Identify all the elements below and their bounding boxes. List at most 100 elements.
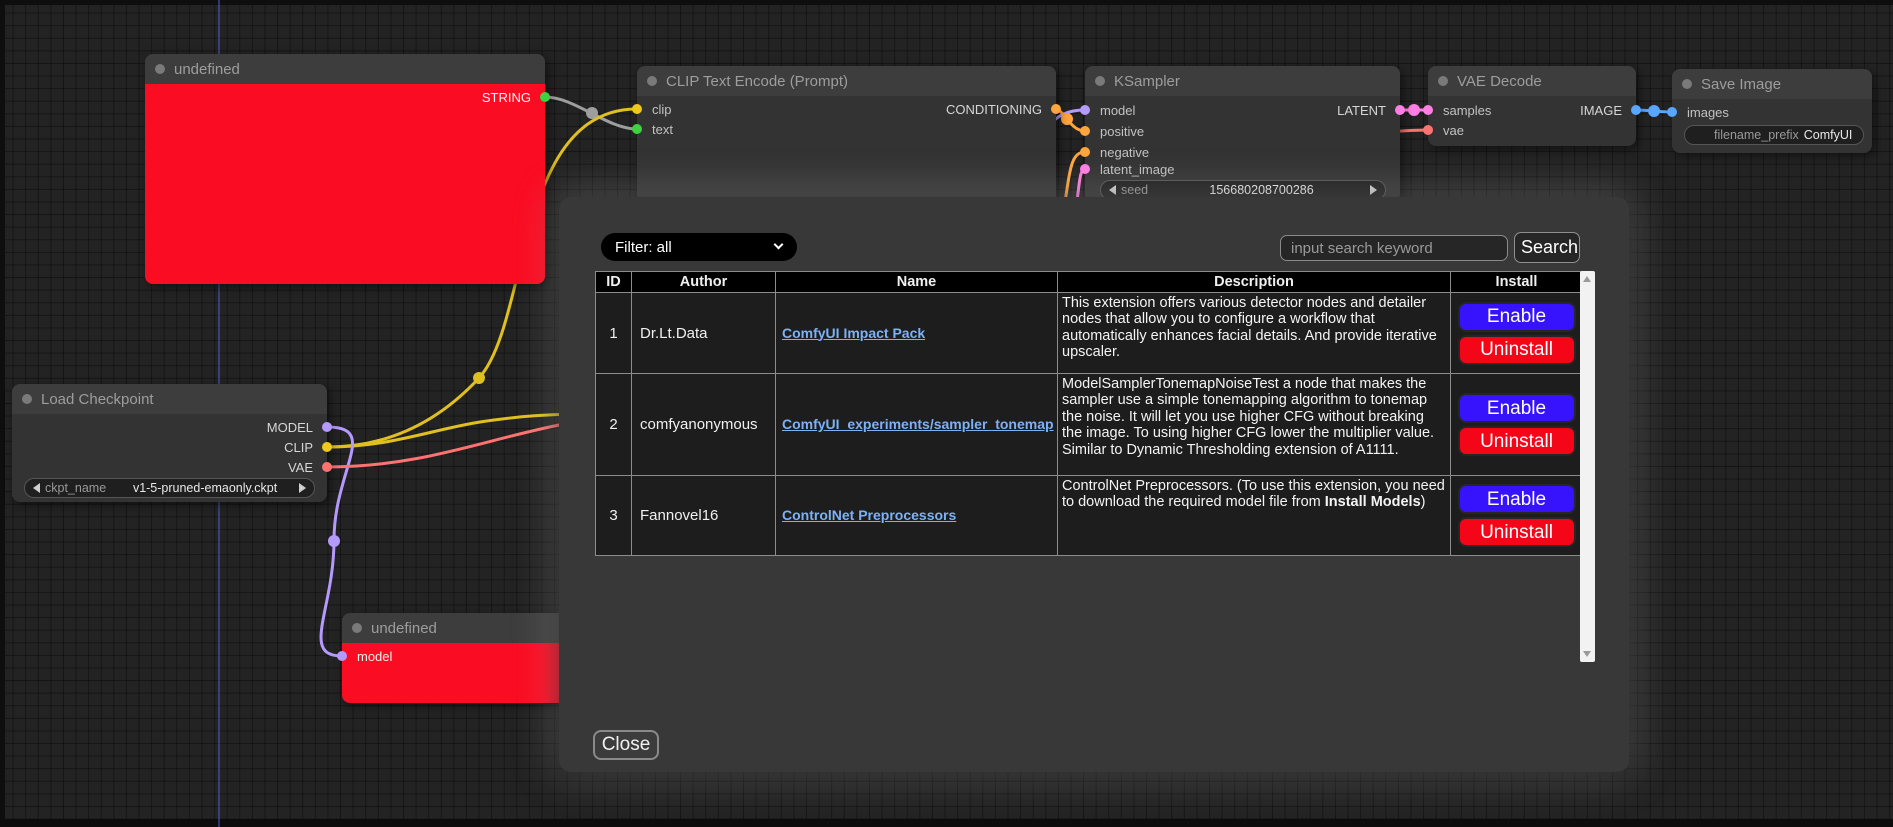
node-collapse-dot-icon[interactable] [155, 64, 165, 74]
increment-arrow-icon[interactable] [299, 483, 306, 493]
node-load-checkpoint[interactable]: Load Checkpoint MODEL CLIP VAE ckpt_name… [12, 384, 327, 502]
input-label-latent-image: latent_image [1100, 162, 1174, 177]
node-title: VAE Decode [1457, 73, 1542, 90]
output-label-string: STRING [482, 90, 531, 105]
node-title-bar[interactable]: undefined [145, 54, 545, 84]
node-title-bar[interactable]: VAE Decode [1428, 66, 1636, 96]
node-undefined-bottom[interactable]: undefined model [342, 613, 567, 703]
cell-id: 2 [596, 374, 632, 476]
cell-author: Dr.Lt.Data [632, 293, 776, 374]
table-row: 3 Fannovel16 ControlNet Preprocessors Co… [596, 476, 1583, 556]
wire-dot-clip[interactable] [473, 372, 485, 384]
decrement-arrow-icon[interactable] [1109, 185, 1116, 195]
uninstall-button[interactable]: Uninstall [1458, 335, 1576, 365]
output-slot-image[interactable] [1631, 105, 1641, 115]
chevron-down-icon [774, 240, 784, 250]
input-slot-images[interactable] [1667, 107, 1677, 117]
cell-description: ModelSamplerTonemapNoiseTest a node that… [1058, 374, 1451, 476]
search-input[interactable] [1280, 235, 1508, 261]
wire-dot-image[interactable] [1648, 105, 1660, 117]
node-title-bar[interactable]: Load Checkpoint [12, 384, 327, 414]
wire-dot-conditioning[interactable] [1061, 113, 1073, 125]
node-body: images filename_prefix ComfyUI [1672, 99, 1872, 153]
input-label-clip: clip [652, 102, 672, 117]
node-title: KSampler [1114, 73, 1180, 90]
uninstall-button[interactable]: Uninstall [1458, 426, 1576, 456]
extension-link[interactable]: ControlNet Preprocessors [782, 507, 956, 523]
node-clip-text-encode[interactable]: CLIP Text Encode (Prompt) clip text COND… [637, 66, 1056, 204]
input-slot-samples[interactable] [1423, 105, 1433, 115]
wire-dot-latent[interactable] [1408, 104, 1420, 116]
input-slot-clip[interactable] [632, 104, 642, 114]
cell-id: 3 [596, 476, 632, 556]
input-slot-model[interactable] [1080, 105, 1090, 115]
enable-button[interactable]: Enable [1458, 393, 1576, 423]
widget-label: seed [1121, 183, 1148, 197]
output-slot-model[interactable] [322, 422, 332, 432]
comfyui-canvas[interactable]: undefined STRING CLIP Text Encode (Promp… [0, 0, 1893, 827]
extension-link[interactable]: ComfyUI_experiments/sampler_tonemap [782, 416, 1054, 432]
cell-author: Fannovel16 [632, 476, 776, 556]
node-body: MODEL CLIP VAE ckpt_name v1-5-pruned-ema… [12, 414, 327, 502]
output-slot-clip[interactable] [322, 442, 332, 452]
node-collapse-dot-icon[interactable] [1095, 76, 1105, 86]
input-slot-latent-image[interactable] [1080, 164, 1090, 174]
node-save-image[interactable]: Save Image images filename_prefix ComfyU… [1672, 69, 1872, 153]
uninstall-button[interactable]: Uninstall [1458, 517, 1576, 547]
widget-label: filename_prefix [1714, 128, 1799, 142]
output-label-conditioning: CONDITIONING [946, 102, 1042, 117]
node-title-bar[interactable]: CLIP Text Encode (Prompt) [637, 66, 1056, 96]
input-slot-negative[interactable] [1080, 147, 1090, 157]
scroll-up-arrow-icon[interactable] [1583, 276, 1591, 282]
node-collapse-dot-icon[interactable] [1682, 79, 1692, 89]
header-author: Author [632, 272, 776, 293]
node-ksampler[interactable]: KSampler model positive negative latent_… [1085, 66, 1400, 202]
node-title-bar[interactable]: Save Image [1672, 69, 1872, 99]
output-label-clip: CLIP [284, 440, 313, 455]
close-button[interactable]: Close [593, 730, 659, 760]
widget-value: ComfyUI [1804, 128, 1853, 142]
input-label-model: model [1100, 103, 1135, 118]
node-undefined-top[interactable]: undefined STRING [145, 54, 545, 284]
wire-dot-string[interactable] [586, 107, 598, 119]
output-slot-conditioning[interactable] [1051, 104, 1061, 114]
decrement-arrow-icon[interactable] [33, 483, 40, 493]
increment-arrow-icon[interactable] [1370, 185, 1377, 195]
table-row: 1 Dr.Lt.Data ComfyUI Impact Pack This ex… [596, 293, 1583, 374]
input-label-model: model [357, 649, 392, 664]
output-label-vae: VAE [288, 460, 313, 475]
node-collapse-dot-icon[interactable] [647, 76, 657, 86]
widget-value: 156680208700286 [1153, 183, 1370, 197]
output-slot-vae[interactable] [322, 462, 332, 472]
node-collapse-dot-icon[interactable] [352, 623, 362, 633]
node-title-bar[interactable]: KSampler [1085, 66, 1400, 96]
input-slot-positive[interactable] [1080, 126, 1090, 136]
wire-dot-model[interactable] [328, 535, 340, 547]
filter-select[interactable]: Filter: all [601, 233, 797, 261]
node-title-bar[interactable]: undefined [342, 613, 567, 643]
enable-button[interactable]: Enable [1458, 302, 1576, 332]
node-collapse-dot-icon[interactable] [22, 394, 32, 404]
output-slot-latent[interactable] [1395, 105, 1405, 115]
input-slot-model[interactable] [337, 651, 347, 661]
search-button[interactable]: Search [1514, 232, 1580, 263]
cell-install: Enable Uninstall [1451, 374, 1583, 476]
filename-prefix-widget[interactable]: filename_prefix ComfyUI [1684, 125, 1864, 145]
node-collapse-dot-icon[interactable] [1438, 76, 1448, 86]
extension-link[interactable]: ComfyUI Impact Pack [782, 325, 925, 341]
table-scrollbar[interactable] [1580, 271, 1595, 662]
node-body: model positive negative latent_image LAT… [1085, 96, 1400, 202]
node-vae-decode[interactable]: VAE Decode samples vae IMAGE [1428, 66, 1636, 146]
header-install: Install [1451, 272, 1583, 293]
input-label-samples: samples [1443, 103, 1491, 118]
input-slot-text[interactable] [632, 124, 642, 134]
filter-selected-value: Filter: all [615, 239, 672, 256]
header-id: ID [596, 272, 632, 293]
cell-id: 1 [596, 293, 632, 374]
scroll-down-arrow-icon[interactable] [1583, 651, 1591, 657]
extension-table: ID Author Name Description Install 1 Dr.… [595, 271, 1583, 556]
ckpt-name-widget[interactable]: ckpt_name v1-5-pruned-emaonly.ckpt [24, 478, 315, 498]
output-slot-string[interactable] [540, 92, 550, 102]
input-slot-vae[interactable] [1423, 125, 1433, 135]
enable-button[interactable]: Enable [1458, 484, 1576, 514]
